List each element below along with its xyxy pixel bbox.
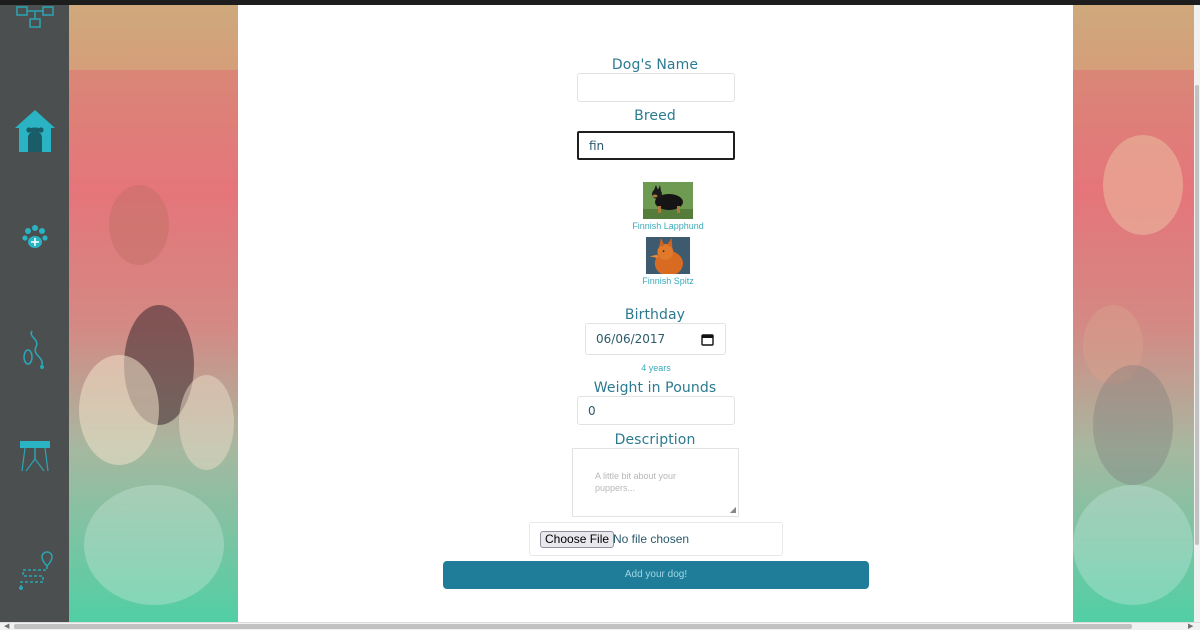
table-icon	[0, 437, 69, 477]
breed-label: Breed	[634, 108, 676, 124]
birthday-label: Birthday	[624, 307, 686, 323]
breed-suggestion[interactable]: Finnish Lapphund	[605, 182, 731, 231]
description-placeholder: A little bit about your puppers...	[595, 471, 677, 493]
nav-item-route[interactable]	[0, 548, 69, 594]
route-icon	[0, 548, 69, 592]
vertical-scrollbar[interactable]	[1194, 5, 1200, 622]
weight-label: Weight in Pounds	[593, 380, 717, 396]
paw-icon	[0, 223, 69, 251]
nav-item-walks[interactable]	[0, 327, 69, 373]
nav-item-table[interactable]	[0, 437, 69, 479]
resize-grip-icon[interactable]: ◢	[730, 505, 736, 514]
finnish-lapphund-photo	[605, 182, 731, 219]
suggestion-name: Finnish Spitz	[642, 276, 694, 286]
network-icon	[0, 5, 69, 41]
dog-name-input[interactable]	[577, 73, 735, 102]
add-dog-button[interactable]: Add your dog!	[443, 561, 869, 589]
weight-input[interactable]: 0	[577, 396, 735, 425]
suggestion-name: Finnish Lapphund	[632, 221, 704, 231]
breed-value: fin	[589, 138, 605, 153]
calendar-icon[interactable]	[701, 333, 714, 349]
weight-value: 0	[588, 403, 596, 418]
breed-input[interactable]: fin	[577, 131, 735, 160]
photo-upload-field: Choose File No file chosen	[529, 522, 783, 556]
breed-suggestion[interactable]: Finnish Spitz	[605, 237, 731, 286]
nav-item-add-dog[interactable]	[0, 223, 69, 253]
dog-name-label: Dog's Name	[611, 57, 699, 73]
side-nav	[0, 5, 69, 622]
birthday-value: 06/06/2017	[596, 332, 666, 346]
description-textarea[interactable]: A little bit about your puppers... ◢	[572, 448, 739, 517]
description-label: Description	[614, 432, 696, 448]
choose-file-button[interactable]: Choose File	[540, 531, 615, 548]
nav-item-network[interactable]	[0, 5, 69, 43]
age-text: 4 years	[641, 363, 671, 373]
dog-house-icon	[0, 108, 69, 154]
scroll-left-icon[interactable]: ◀	[4, 622, 9, 630]
finnish-spitz-photo	[605, 237, 731, 274]
leash-icon	[0, 327, 69, 371]
birthday-date-input[interactable]: 06/06/2017	[585, 323, 726, 355]
nav-item-home[interactable]	[0, 108, 69, 156]
right-background-photo	[1073, 5, 1194, 622]
horizontal-scrollbar[interactable]: ◀ ▶	[0, 622, 1200, 630]
file-status: No file chosen	[613, 532, 690, 546]
scroll-right-icon[interactable]: ▶	[1188, 622, 1193, 630]
left-background-photo	[69, 5, 238, 622]
